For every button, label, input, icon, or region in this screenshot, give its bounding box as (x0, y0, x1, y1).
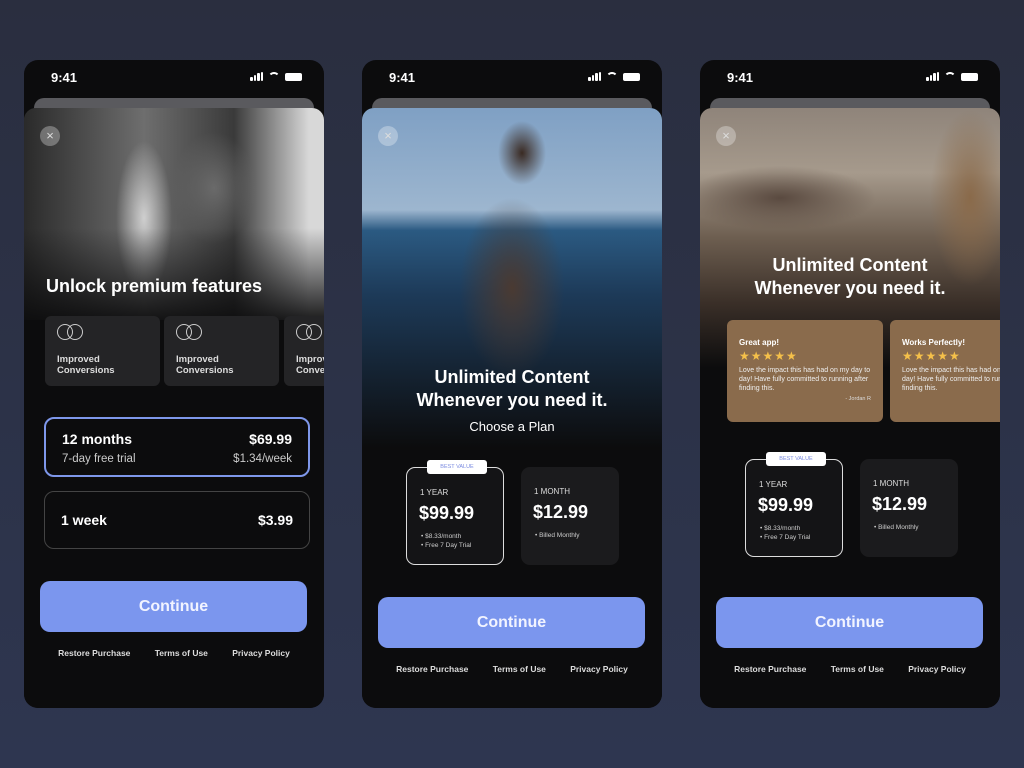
plan-period: 1 YEAR (759, 480, 788, 489)
privacy-policy-link[interactable]: Privacy Policy (232, 648, 290, 658)
battery-icon (285, 72, 302, 81)
plan-period: 1 MONTH (873, 479, 909, 488)
plan-bullet: • $8.33/month (760, 525, 801, 532)
wifi-icon (268, 72, 280, 81)
terms-of-use-link[interactable]: Terms of Use (155, 648, 208, 658)
plan-card-1-month[interactable]: 1 MONTH $12.99 • Billed Monthly (521, 467, 619, 565)
signal-icon (926, 72, 939, 81)
feature-label: Improved Conversions (296, 354, 324, 376)
restore-purchase-link[interactable]: Restore Purchase (396, 664, 468, 674)
plan-card-1-month[interactable]: 1 MONTH $12.99 • Billed Monthly (860, 459, 958, 557)
footer-links: Restore Purchase Terms of Use Privacy Po… (24, 648, 324, 658)
close-button[interactable]: × (40, 126, 60, 146)
rings-icon (296, 324, 324, 340)
paywall-sheet: × Unlimited Content Whenever you need it… (700, 108, 1000, 708)
battery-icon (961, 72, 978, 81)
feature-label: Improved Conversions (57, 354, 115, 376)
phone-screen-2: 9:41 × Unlimited Content Whenever you ne… (362, 60, 662, 708)
terms-of-use-link[interactable]: Terms of Use (831, 664, 884, 674)
page-title-line-1: Unlimited Content (772, 255, 928, 275)
review-title: Great app! (739, 338, 780, 347)
restore-purchase-link[interactable]: Restore Purchase (58, 648, 130, 658)
plan-trial: 7-day free trial (62, 453, 136, 465)
privacy-policy-link[interactable]: Privacy Policy (570, 664, 628, 674)
plan-bullet: • $8.33/month (421, 533, 462, 540)
plan-period: 1 YEAR (420, 488, 449, 497)
feature-card: Improved Conversions (45, 316, 160, 386)
phone-screen-3: 9:41 × Unlimited Content Whenever you ne… (700, 60, 1000, 708)
plan-price: $99.99 (419, 503, 475, 523)
plan-price: $3.99 (257, 512, 293, 528)
feature-card: Improved Conversions (164, 316, 279, 386)
rings-icon (176, 324, 206, 340)
status-bar: 9:41 (362, 60, 662, 96)
close-button[interactable]: × (716, 126, 736, 146)
status-bar: 9:41 (24, 60, 324, 96)
paywall-sheet: × Unlimited Content Whenever you need it… (362, 108, 662, 708)
plan-weekly-price: $1.34/week (233, 453, 292, 465)
privacy-policy-link[interactable]: Privacy Policy (908, 664, 966, 674)
close-button[interactable]: × (378, 126, 398, 146)
best-value-badge: BEST VALUE (766, 452, 826, 466)
plan-name: 1 week (61, 512, 107, 528)
plan-option-1-week[interactable]: 1 week $3.99 (44, 491, 310, 549)
review-card: Great app! ★★★★★ Love the impact this ha… (727, 320, 883, 422)
plan-bullet: • Free 7 Day Trial (760, 534, 811, 541)
star-rating-icon: ★★★★★ (902, 349, 961, 363)
status-bar: 9:41 (700, 60, 1000, 96)
plan-bullet: • Billed Monthly (535, 532, 580, 539)
paywall-sheet: × Unlock premium features Improved Conve… (24, 108, 324, 708)
status-time: 9:41 (727, 70, 754, 85)
star-rating-icon: ★★★★★ (739, 349, 798, 363)
restore-purchase-link[interactable]: Restore Purchase (734, 664, 806, 674)
signal-icon (250, 72, 263, 81)
plan-price: $69.99 (249, 431, 292, 447)
status-time: 9:41 (389, 70, 416, 85)
plan-period: 1 MONTH (534, 487, 570, 496)
plan-card-1-year[interactable]: BEST VALUE 1 YEAR $99.99 • $8.33/month • … (745, 452, 843, 557)
best-value-badge: BEST VALUE (427, 460, 487, 474)
plan-option-12-months[interactable]: 12 months $69.99 7-day free trial $1.34/… (44, 417, 310, 477)
plan-bullet: • Free 7 Day Trial (421, 542, 472, 549)
plan-price: $12.99 (872, 494, 928, 514)
page-title-line-1: Unlimited Content (434, 367, 590, 387)
wifi-icon (944, 72, 956, 81)
review-title: Works Perfectly! (902, 338, 965, 347)
feature-label: Improved Conversions (176, 354, 234, 376)
rings-icon (57, 324, 87, 340)
status-time: 9:41 (51, 70, 78, 85)
plan-bullet: • Billed Monthly (874, 524, 919, 531)
plan-price: $12.99 (533, 502, 589, 522)
footer-links: Restore Purchase Terms of Use Privacy Po… (700, 664, 1000, 674)
footer-links: Restore Purchase Terms of Use Privacy Po… (362, 664, 662, 674)
review-body: Love the impact this has had on my day t… (902, 367, 1000, 392)
continue-button[interactable]: Continue (716, 597, 983, 648)
continue-button[interactable]: Continue (378, 597, 645, 648)
page-title: Unlock premium features (46, 276, 263, 296)
terms-of-use-link[interactable]: Terms of Use (493, 664, 546, 674)
signal-icon (588, 72, 601, 81)
review-author: - Jordan R (845, 396, 871, 402)
review-body: Love the impact this has had on my day t… (739, 367, 871, 392)
page-title-line-2: Whenever you need it. (754, 278, 946, 298)
phone-screen-1: 9:41 × Unlock premium features Improved … (24, 60, 324, 708)
feature-card: Improved Conversions (284, 316, 324, 386)
plan-name: 12 months (62, 431, 133, 447)
choose-plan-subtitle: Choose a Plan (469, 419, 555, 434)
continue-button[interactable]: Continue (40, 581, 307, 632)
page-title-line-2: Whenever you need it. (416, 390, 608, 410)
battery-icon (623, 72, 640, 81)
plan-card-1-year[interactable]: BEST VALUE 1 YEAR $99.99 • $8.33/month • … (406, 460, 504, 565)
review-card: Works Perfectly! ★★★★★ Love the impact t… (890, 320, 1000, 422)
plan-price: $99.99 (758, 495, 814, 515)
wifi-icon (606, 72, 618, 81)
